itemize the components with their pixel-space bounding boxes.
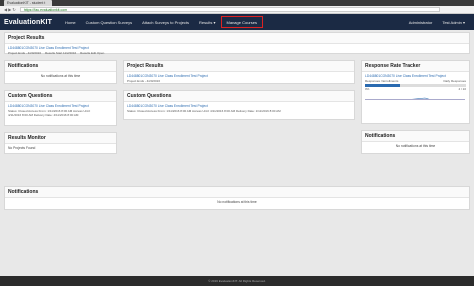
project-results-top-panel: Project Results LD448801CON3070 Live Cla… (4, 32, 470, 55)
notifications-right-panel: Notifications No notifications at this t… (361, 130, 470, 154)
notifications-bottom-panel: Notifications No notifications at this t… (4, 186, 470, 210)
notifications-left-panel: Notifications No notifications at this t… (4, 60, 117, 84)
panel-title: Response Rate Tracker (362, 61, 469, 72)
custom-questions-left-panel: Custom Questions LD448801CON3070 Live Cl… (4, 90, 117, 126)
meta-item: Results Start 11/2/2016 (45, 50, 77, 55)
results-monitor-panel: Results Monitor No Projects Found (4, 132, 117, 154)
meta-item: Project Ends - 4/20/2016 (127, 78, 161, 83)
response-progress-bar (365, 84, 466, 87)
app-logo[interactable]: EvaluationKIT (4, 19, 52, 26)
panel-title: Results Monitor (5, 133, 116, 144)
browser-tab[interactable]: EvaluationKIT - student t (4, 0, 52, 6)
meta-item: Results Edit Open (80, 50, 105, 55)
menu-administrator[interactable]: Administrator (404, 20, 438, 25)
panel-title: Custom Questions (5, 91, 116, 102)
back-forward-icon[interactable]: ◀ ▶ ↻ (4, 7, 16, 12)
panel-message: No notifications at this time (395, 144, 436, 148)
footer: © 2016 EvaluationKIT. All Rights Reserve… (0, 276, 474, 286)
browser-address-bar: ◀ ▶ ↻ https://fau.evaluationkit.com (0, 6, 474, 14)
user-menu: Administrator Test Admin ▾ (404, 20, 470, 25)
dashboard: Project Results LD448801CON3070 Live Cla… (0, 30, 474, 270)
main-menu: Home Custom Question Surveys Attach Surv… (60, 14, 263, 30)
app-navbar: EvaluationKIT Home Custom Question Surve… (0, 14, 474, 30)
menu-home[interactable]: Home (60, 14, 81, 30)
status-line: Status: Closed Access From: 1/11/2016 8:… (127, 108, 281, 113)
menu-manage-courses[interactable]: Manage Courses (220, 16, 263, 28)
status-line: 4/11/2016 8:00 AM Delivery Date: 4/11/20… (8, 113, 79, 117)
panel-message: No Projects Found (8, 146, 36, 150)
panel-title: Notifications (5, 187, 469, 198)
daily-response-sparkline (365, 91, 465, 101)
response-rate-panel: Response Rate Tracker LD448801CON3070 Li… (361, 60, 470, 124)
responses-label: Responses / Enrollments (365, 78, 399, 83)
panel-title: Notifications (362, 131, 469, 142)
meta-item: Project Ends - 4/20/2016 (8, 50, 42, 55)
panel-title: Notifications (5, 61, 116, 72)
menu-attach-surveys[interactable]: Attach Surveys to Projects (137, 14, 194, 30)
menu-custom-question-surveys[interactable]: Custom Question Surveys (81, 14, 137, 30)
menu-user[interactable]: Test Admin ▾ (437, 20, 470, 25)
panel-title: Project Results (124, 61, 354, 72)
panel-title: Project Results (5, 33, 469, 44)
project-results-mid-panel: Project Results LD448801CON3070 Live Cla… (123, 60, 355, 84)
url-input[interactable]: https://fau.evaluationkit.com (19, 7, 440, 12)
response-progress-fill (365, 84, 401, 87)
menu-results[interactable]: Results ▾ (194, 14, 220, 30)
daily-label: Daily Responses (443, 78, 466, 83)
panel-message: No notifications at this time (217, 200, 257, 204)
panel-message: No notifications at this time (40, 74, 81, 78)
custom-questions-mid-panel: Custom Questions LD448801CON3070 Live Cl… (123, 90, 355, 120)
panel-title: Custom Questions (124, 91, 354, 102)
